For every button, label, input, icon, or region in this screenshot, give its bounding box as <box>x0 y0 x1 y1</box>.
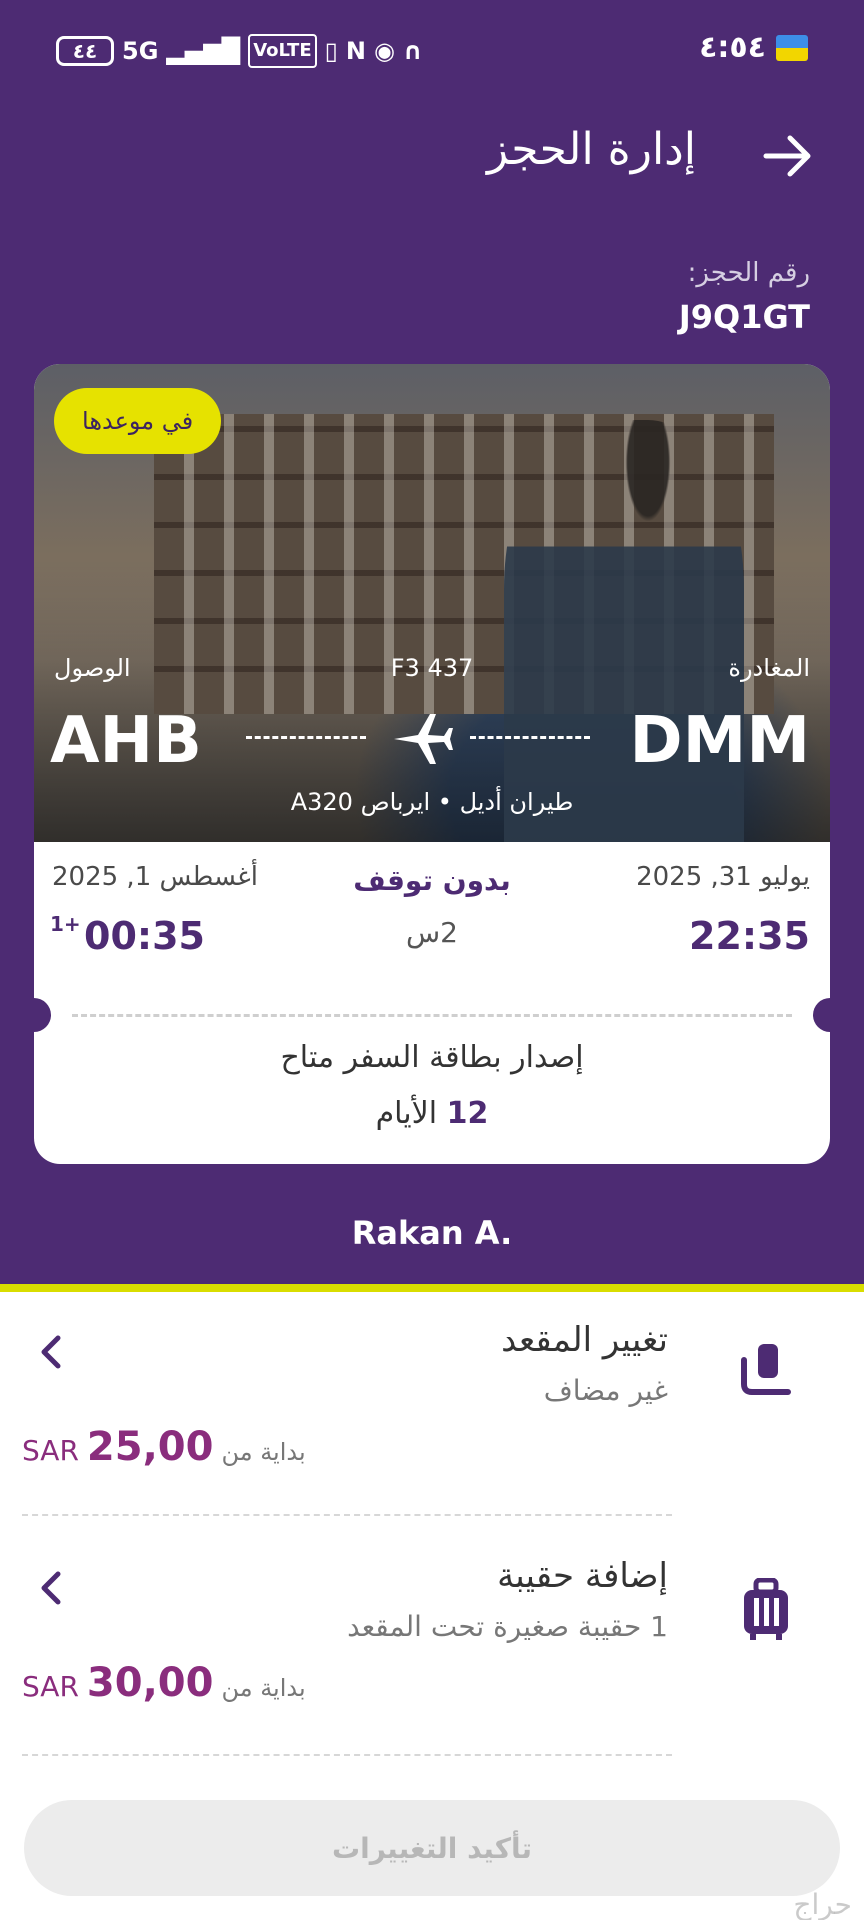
flag-icon <box>776 34 808 61</box>
page-title: إدارة الحجز <box>486 124 696 175</box>
ticket-perforation <box>72 1014 792 1017</box>
status-right: ٤:٥٤ <box>699 30 808 65</box>
clock: ٤:٥٤ <box>699 30 766 65</box>
arrow-right-icon[interactable] <box>756 124 820 188</box>
price-value: 25,00 <box>86 1424 214 1470</box>
boarding-days: 12 الأيام <box>34 1096 830 1131</box>
option-divider <box>22 1514 672 1516</box>
flight-card[interactable]: في موعدها المغادرة الوصول F3 437 DMM AHB… <box>34 364 830 1164</box>
chevron-left-icon[interactable] <box>34 1566 68 1610</box>
battery-icon: ٤٤ <box>56 36 114 66</box>
seat-icon <box>741 1344 791 1395</box>
departure-label: المغادرة <box>728 654 810 682</box>
option-add-bag[interactable]: إضافة حقيبة 1 حقيبة صغيرة تحت المقعد بدا… <box>0 1536 864 1756</box>
price-from-label: بداية من <box>221 1674 306 1702</box>
vibrate-icon: ▯ <box>324 37 338 65</box>
headphones-icon: ∩ <box>402 37 423 65</box>
boarding-days-number: 12 <box>446 1096 489 1131</box>
price-currency: SAR <box>22 1434 79 1467</box>
status-bar: ٤٤ 5G ▂▄▆█ VoLTE ▯ N ◉ ∩ ٤:٥٤ <box>0 0 864 104</box>
chevron-left-icon[interactable] <box>34 1330 68 1374</box>
route-dashes-left <box>246 736 366 740</box>
option-divider <box>22 1754 672 1756</box>
photo-people <box>504 420 744 842</box>
header-panel: ٤٤ 5G ▂▄▆█ VoLTE ▯ N ◉ ∩ ٤:٥٤ إدارة الحج… <box>0 0 864 1286</box>
route-dashes-right <box>470 736 590 740</box>
stops-info: بدون توقف <box>353 864 511 897</box>
airplane-icon <box>394 714 453 764</box>
booking-ref-value: J9Q1GT <box>678 298 810 336</box>
watermark-logo: حراج <box>793 1888 852 1920</box>
option-price: بداية من 25,00 SAR <box>22 1424 306 1470</box>
status-badge: في موعدها <box>54 388 222 454</box>
price-currency: SAR <box>22 1670 79 1703</box>
passenger-name[interactable]: Rakan A. <box>0 1214 864 1252</box>
option-subtitle: غير مضاف <box>543 1374 668 1407</box>
flight-number: F3 437 <box>390 654 474 682</box>
departure-time: 22:35 <box>689 914 810 958</box>
price-value: 30,00 <box>86 1660 214 1706</box>
eye-icon: ◉ <box>373 37 395 65</box>
price-from-label: بداية من <box>221 1438 306 1466</box>
boarding-days-unit: الأيام <box>375 1096 438 1131</box>
day-offset: 1+ <box>50 912 81 936</box>
option-title: إضافة حقيبة <box>497 1556 668 1596</box>
ticket-notch-right <box>813 998 830 1032</box>
option-title: تغيير المقعد <box>501 1320 668 1360</box>
origin-code: DMM <box>629 704 811 778</box>
nfc-icon: N <box>345 37 366 65</box>
option-price: بداية من 30,00 SAR <box>22 1660 306 1706</box>
booking-ref-label: رقم الحجز: <box>687 258 810 288</box>
confirm-changes-button[interactable]: تأكيد التغييرات <box>24 1800 840 1896</box>
luggage-icon <box>744 1578 788 1640</box>
destination-photo: في موعدها المغادرة الوصول F3 437 DMM AHB… <box>34 364 830 842</box>
volte-icon: VoLTE <box>248 34 317 68</box>
arrival-label: الوصول <box>54 654 131 682</box>
boarding-pass-status: إصدار بطاقة السفر متاح <box>280 1040 584 1075</box>
signal-icon: ▂▄▆█ <box>166 37 241 65</box>
accent-divider <box>0 1284 864 1292</box>
arrival-time: 00:35 <box>84 914 205 958</box>
option-change-seat[interactable]: تغيير المقعد غير مضاف بداية من 25,00 SAR <box>0 1300 864 1520</box>
airline-aircraft: طيران أديل • ايرباص A320 <box>290 788 574 816</box>
ticket-notch-left <box>34 998 51 1032</box>
status-left: ٤٤ 5G ▂▄▆█ VoLTE ▯ N ◉ ∩ <box>56 34 422 68</box>
destination-code: AHB <box>50 704 202 778</box>
network-icon: 5G <box>122 37 159 65</box>
option-subtitle: 1 حقيبة صغيرة تحت المقعد <box>347 1610 668 1643</box>
